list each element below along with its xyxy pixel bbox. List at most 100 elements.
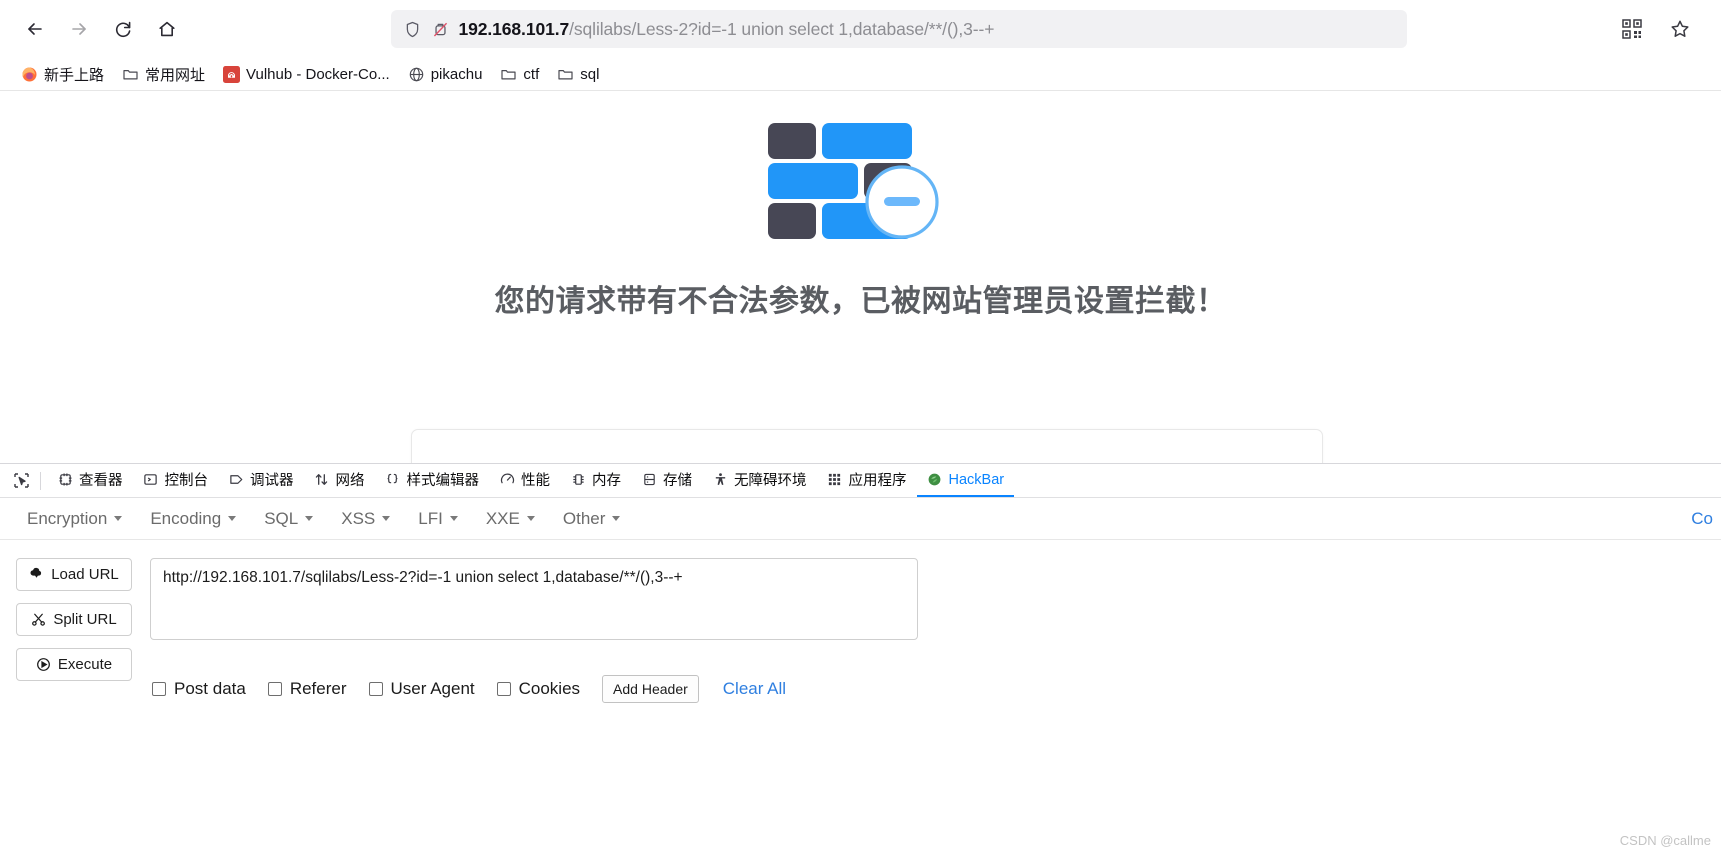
hackbar-menu-label: Other — [562, 508, 606, 528]
bookmark-item-2[interactable]: Vulhub - Docker-Co... — [216, 63, 397, 86]
page-title: 您的请求带有不合法参数，已被网站管理员设置拦截！ — [494, 285, 1227, 318]
bookmark-item-1[interactable]: 常用网址 — [115, 61, 212, 88]
hackbar-options-row: Post data Referer User Agent Cookies Add… — [152, 675, 1705, 703]
folder-icon — [500, 66, 517, 83]
back-button[interactable] — [16, 10, 54, 48]
element-picker-icon[interactable] — [6, 467, 36, 495]
bookmark-star-icon[interactable] — [1661, 10, 1699, 48]
url-textarea[interactable] — [150, 558, 918, 640]
hackbar-menu-encryption[interactable]: Encryption — [14, 503, 135, 535]
hackbar-menu-lfi[interactable]: LFI — [405, 503, 471, 535]
chevron-down-icon — [228, 516, 237, 521]
inspector-icon — [57, 472, 73, 488]
qrcode-icon[interactable] — [1613, 10, 1651, 48]
clear-all-button[interactable]: Clear All — [723, 679, 786, 699]
checkbox-box[interactable] — [368, 682, 383, 696]
devtools-tab-label: 无障碍环境 — [734, 473, 807, 489]
hackbar-body: Load URL Split URL Execute http://192.16… — [0, 540, 1721, 854]
address-bar[interactable]: 192.168.101.7/sqlilabs/Less-2?id=-1 unio… — [390, 10, 1407, 48]
hackbar-menu-label: LFI — [418, 508, 443, 528]
hackbar-menu-other[interactable]: Other — [550, 503, 634, 535]
camera-blocked-icon[interactable] — [431, 20, 450, 39]
browser-chrome: 192.168.101.7/sqlilabs/Less-2?id=-1 unio… — [0, 0, 1721, 91]
checkbox-cookies[interactable]: Cookies — [496, 679, 581, 699]
bookmark-item-5[interactable]: sql — [550, 63, 606, 86]
chevron-down-icon — [612, 516, 621, 521]
forward-button[interactable] — [60, 10, 98, 48]
checkbox-post-data[interactable]: Post data — [152, 679, 246, 699]
vulhub-icon — [223, 65, 241, 83]
devtools-tab-network[interactable]: 网络 — [304, 464, 375, 497]
devtools-tab-accessibility[interactable]: 无障碍环境 — [702, 464, 817, 497]
home-button[interactable] — [148, 10, 186, 48]
hackbar-menu-xxe[interactable]: XXE — [473, 503, 548, 535]
waf-detail-panel: 可能原因：您提交的内容包含危险的攻击请求 如何解决： — [411, 429, 1323, 463]
watermark: CSDN @callme — [1619, 833, 1711, 848]
accessibility-icon — [712, 472, 728, 488]
devtools-tab-label: 样式编辑器 — [406, 473, 480, 489]
devtools-panel: 查看器 控制台 调试器 网络 样式编辑器 性能 内存 存储 无障碍环境 应用程序… — [0, 463, 1721, 854]
devtools-tab-inspector[interactable]: 查看器 — [47, 464, 133, 497]
globe-icon — [408, 66, 425, 83]
checkbox-label: Referer — [289, 679, 347, 698]
checkbox-label: Post data — [174, 679, 246, 698]
add-header-button[interactable]: Add Header — [602, 675, 699, 703]
firewall-blocked-logo — [766, 91, 956, 244]
url-host: 192.168.101.7 — [458, 18, 570, 39]
bookmark-item-0[interactable]: 新手上路 — [14, 61, 111, 88]
checkbox-user-agent[interactable]: User Agent — [368, 679, 475, 699]
devtools-tab-hackbar[interactable]: HackBar — [916, 464, 1015, 497]
bookmark-label: 常用网址 — [145, 66, 206, 84]
hackbar-menu-xss[interactable]: XSS — [328, 503, 403, 535]
devtools-tab-label: 应用程序 — [848, 473, 907, 489]
split-url-button[interactable]: Split URL — [16, 603, 132, 636]
checkbox-box[interactable] — [267, 682, 282, 696]
network-icon — [314, 472, 330, 488]
hackbar-menu-label: XSS — [341, 508, 376, 528]
checkbox-referer[interactable]: Referer — [267, 679, 347, 699]
shield-icon[interactable] — [403, 20, 422, 39]
url-path: /sqlilabs/Less-2?id=-1 union select 1,da… — [569, 18, 995, 39]
chevron-down-icon — [449, 516, 458, 521]
hackbar-menu-sql[interactable]: SQL — [251, 503, 326, 535]
bookmark-label: pikachu — [430, 65, 483, 83]
bookmark-item-3[interactable]: pikachu — [401, 63, 490, 86]
checkbox-label: User Agent — [390, 679, 475, 698]
hackbar-menubar: Encryption Encoding SQL XSS LFI XXE Othe… — [0, 498, 1721, 540]
execute-button[interactable]: Execute — [16, 648, 132, 681]
devtools-tab-label: 控制台 — [164, 473, 209, 489]
devtools-tab-application[interactable]: 应用程序 — [817, 464, 917, 497]
devtools-tab-style-editor[interactable]: 样式编辑器 — [375, 464, 490, 497]
execute-icon — [36, 657, 51, 672]
bookmark-label: 新手上路 — [44, 66, 105, 84]
load-url-icon — [29, 567, 44, 582]
reload-button[interactable] — [104, 10, 142, 48]
hackbar-action-label: Execute — [57, 656, 113, 673]
devtools-tab-memory[interactable]: 内存 — [560, 464, 631, 497]
devtools-tab-debugger[interactable]: 调试器 — [218, 464, 304, 497]
chevron-down-icon — [526, 516, 535, 521]
devtools-tab-storage[interactable]: 存储 — [631, 464, 702, 497]
hackbar-menu-encoding[interactable]: Encoding — [137, 503, 249, 535]
devtools-tab-console[interactable]: 控制台 — [133, 464, 219, 497]
bookmark-item-4[interactable]: ctf — [493, 63, 546, 86]
devtools-tabbar: 查看器 控制台 调试器 网络 样式编辑器 性能 内存 存储 无障碍环境 应用程序… — [0, 464, 1721, 498]
urlbar-container: 192.168.101.7/sqlilabs/Less-2?id=-1 unio… — [192, 10, 1605, 48]
bookmark-label: sql — [580, 65, 600, 83]
page-content: 您的请求带有不合法参数，已被网站管理员设置拦截！ 可能原因：您提交的内容包含危险… — [0, 91, 1721, 463]
devtools-tab-label: 内存 — [592, 473, 621, 489]
checkbox-label: Cookies — [518, 679, 581, 698]
load-url-button[interactable]: Load URL — [16, 558, 132, 591]
devtools-tab-label: 查看器 — [79, 473, 123, 489]
checkbox-box[interactable] — [496, 682, 511, 696]
checkbox-box[interactable] — [152, 682, 166, 696]
devtools-tab-performance[interactable]: 性能 — [489, 464, 560, 497]
performance-icon — [499, 472, 515, 488]
bookmark-label: Vulhub - Docker-Co... — [246, 65, 390, 83]
hackbar-cors-link[interactable]: Co — [1691, 509, 1713, 529]
folder-icon — [557, 66, 574, 83]
debugger-icon — [228, 472, 244, 488]
chevron-down-icon — [114, 516, 123, 521]
hackbar-action-label: Split URL — [53, 611, 117, 628]
devtools-tab-label: 网络 — [335, 473, 365, 489]
